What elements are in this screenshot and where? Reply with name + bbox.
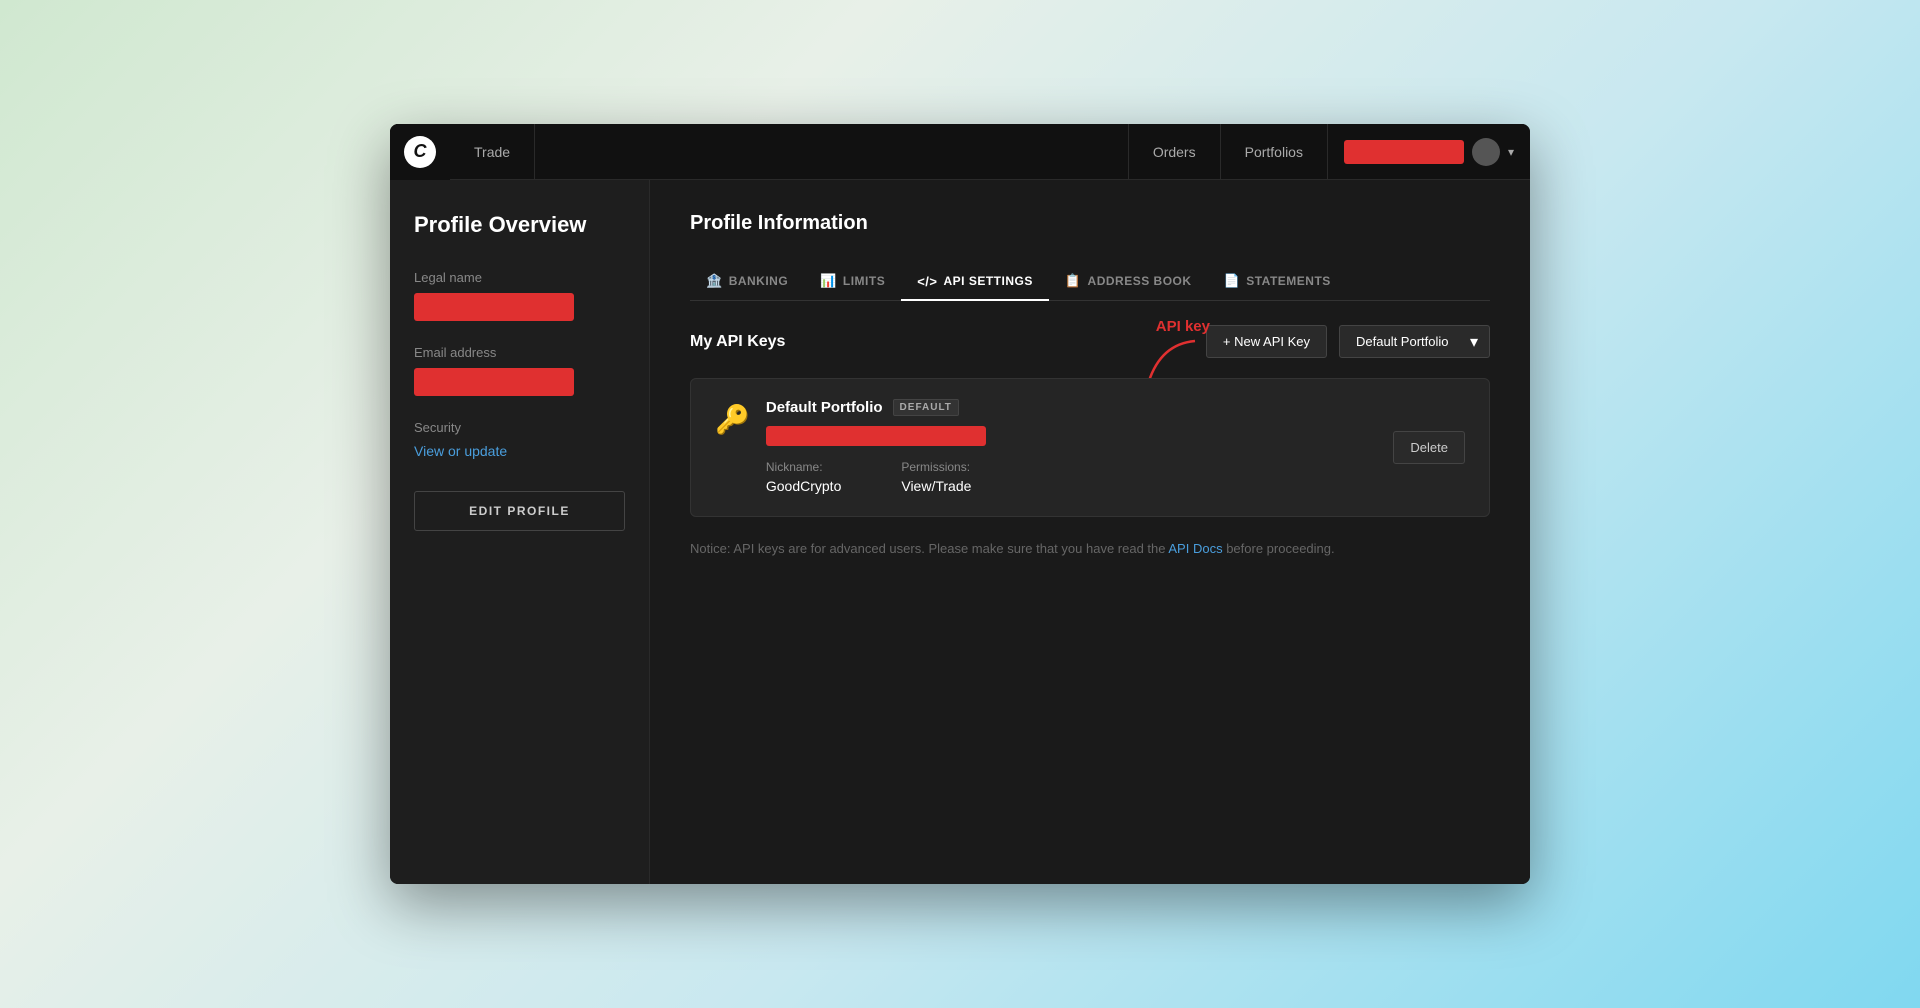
api-keys-actions: + New API Key Default Portfolio Portfoli… (1206, 325, 1490, 358)
sidebar-title: Profile Overview (414, 212, 625, 238)
address-book-icon: 📋 (1065, 273, 1082, 289)
edit-profile-button[interactable]: EDIT PROFILE (414, 491, 625, 531)
portfolio-select[interactable]: Default Portfolio Portfolio 2 Portfolio … (1339, 325, 1490, 358)
nav-user-button[interactable]: ▾ (1327, 124, 1530, 180)
profile-info-title: Profile Information (690, 212, 1490, 235)
top-nav: C Trade Orders Portfolios ▾ (390, 124, 1530, 180)
security-label: Security (414, 420, 625, 435)
key-default-badge: DEFAULT (893, 399, 959, 416)
profile-panel: Profile Information 🏦 BANKING 📊 LIMITS <… (650, 180, 1530, 884)
tabs-bar: 🏦 BANKING 📊 LIMITS </> API SETTINGS 📋 AD… (690, 263, 1490, 301)
tab-address-book-label: ADDRESS BOOK (1088, 274, 1192, 288)
nickname-label: Nickname: (766, 460, 841, 474)
logo-icon: C (404, 136, 436, 168)
legal-name-label: Legal name (414, 270, 625, 285)
key-portfolio-name: Default Portfolio (766, 399, 883, 416)
nav-trade[interactable]: Trade (450, 124, 535, 180)
api-keys-header: My API Keys + New API Key Default Portfo… (690, 325, 1490, 358)
tab-address-book[interactable]: 📋 ADDRESS BOOK (1049, 263, 1208, 301)
api-settings-icon: </> (917, 274, 937, 289)
tab-api-settings[interactable]: </> API SETTINGS (901, 263, 1049, 301)
key-details: Default Portfolio DEFAULT Nickname: Good… (766, 399, 1378, 496)
legal-name-value-redacted (414, 293, 574, 321)
annotation-container: API key 🔑 Defau (690, 378, 1490, 517)
key-permissions-item: Permissions: View/Trade (901, 460, 971, 496)
key-icon: 🔑 (715, 403, 750, 436)
security-link[interactable]: View or update (414, 443, 625, 459)
key-nickname-item: Nickname: GoodCrypto (766, 460, 841, 496)
key-name-row: Default Portfolio DEFAULT (766, 399, 1378, 416)
nav-orders[interactable]: Orders (1128, 124, 1220, 180)
browser-window: C Trade Orders Portfolios ▾ Profile Over… (390, 124, 1530, 884)
tab-limits-label: LIMITS (843, 274, 885, 288)
email-value-redacted (414, 368, 574, 396)
nav-logo: C (390, 124, 450, 180)
new-api-key-button[interactable]: + New API Key (1206, 325, 1327, 358)
statements-icon: 📄 (1224, 273, 1241, 289)
nav-username-redacted (1344, 140, 1464, 164)
notice-text: Notice: API keys are for advanced users.… (690, 541, 1490, 556)
main-content: Profile Overview Legal name Email addres… (390, 180, 1530, 884)
permissions-value: View/Trade (901, 478, 971, 494)
chevron-down-icon: ▾ (1508, 145, 1514, 159)
key-meta: Nickname: GoodCrypto Permissions: View/T… (766, 460, 1378, 496)
nickname-value: GoodCrypto (766, 478, 841, 494)
portfolio-select-wrapper: Default Portfolio Portfolio 2 Portfolio … (1339, 325, 1490, 358)
tab-banking-label: BANKING (729, 274, 789, 288)
tab-limits[interactable]: 📊 LIMITS (804, 263, 901, 301)
permissions-label: Permissions: (901, 460, 971, 474)
api-docs-link[interactable]: API Docs (1168, 541, 1222, 556)
avatar (1472, 138, 1500, 166)
delete-button[interactable]: Delete (1393, 431, 1465, 464)
tab-api-settings-label: API SETTINGS (944, 274, 1033, 288)
email-label: Email address (414, 345, 625, 360)
api-key-card: 🔑 Default Portfolio DEFAULT Nickname: Go… (690, 378, 1490, 517)
tab-statements-label: STATEMENTS (1246, 274, 1331, 288)
tab-statements[interactable]: 📄 STATEMENTS (1208, 263, 1347, 301)
api-keys-title: My API Keys (690, 333, 785, 351)
tab-banking[interactable]: 🏦 BANKING (690, 263, 804, 301)
key-value-redacted (766, 426, 986, 446)
sidebar: Profile Overview Legal name Email addres… (390, 180, 650, 884)
notice-suffix: before proceeding. (1226, 541, 1334, 556)
notice-prefix: Notice: API keys are for advanced users.… (690, 541, 1168, 556)
limits-icon: 📊 (820, 273, 837, 289)
nav-right: Orders Portfolios ▾ (1128, 124, 1530, 180)
banking-icon: 🏦 (706, 273, 723, 289)
nav-portfolios[interactable]: Portfolios (1220, 124, 1327, 180)
